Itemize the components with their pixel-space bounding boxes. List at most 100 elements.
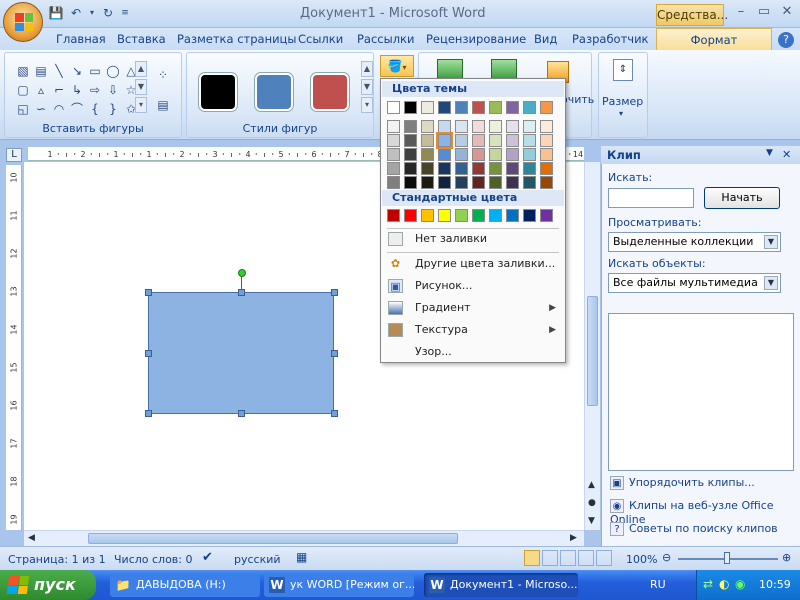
horizontal-scroll-thumb[interactable] (88, 533, 458, 544)
theme-shade-swatch[interactable] (506, 134, 519, 147)
shape-oval-icon[interactable]: ◯ (105, 63, 121, 79)
theme-color-swatch[interactable] (404, 101, 417, 114)
theme-shade-swatch[interactable] (455, 162, 468, 175)
theme-shade-swatch[interactable] (540, 176, 553, 189)
standard-color-swatch[interactable] (472, 209, 485, 222)
view-full-screen-icon[interactable] (542, 550, 558, 566)
shape-vtextbox-icon[interactable]: ▤ (33, 63, 49, 79)
tab-selector[interactable]: L (6, 148, 22, 162)
resize-handle-e[interactable] (331, 350, 338, 357)
taskbar-item-document1[interactable]: W Документ1 - Microso... (424, 573, 578, 597)
shape-curve-icon[interactable]: ∽ (33, 101, 49, 117)
theme-shade-swatch[interactable] (436, 132, 453, 149)
clip-results-box[interactable] (608, 313, 794, 471)
zoom-slider-thumb[interactable] (724, 552, 730, 564)
save-icon[interactable]: 💾 (48, 5, 64, 21)
theme-shade-swatch[interactable] (387, 148, 400, 161)
theme-shade-swatch[interactable] (438, 176, 451, 189)
shape-style-swatch-2[interactable] (255, 73, 293, 111)
theme-shade-swatch[interactable] (489, 162, 502, 175)
undo-icon[interactable]: ↶ (68, 5, 84, 21)
theme-shade-swatch[interactable] (472, 176, 485, 189)
customize-qat-icon[interactable]: ≡ (120, 5, 130, 21)
link-search-tips[interactable]: ? Советы по поиску клипов (610, 522, 778, 536)
size-icon[interactable]: ⇕ (613, 59, 633, 81)
browse-dropdown-icon[interactable]: ▼ (764, 235, 778, 249)
proofing-icon[interactable]: ✔ (202, 550, 213, 565)
theme-shade-swatch[interactable] (404, 148, 417, 161)
styles-scroll-up-icon[interactable]: ▲ (361, 61, 373, 77)
shape-rounded-rect-icon[interactable]: ▢ (15, 82, 31, 98)
shape-arrow-line-icon[interactable]: ↘ (69, 63, 85, 79)
contextual-tools-tab[interactable]: Средства... (656, 4, 728, 26)
view-outline-icon[interactable] (578, 550, 594, 566)
theme-shade-swatch[interactable] (455, 120, 468, 133)
theme-color-swatch[interactable] (489, 101, 502, 114)
view-web-icon[interactable] (560, 550, 576, 566)
shape-elbow-arrow-icon[interactable]: ↳ (69, 82, 85, 98)
shape-elbow-icon[interactable]: ⌐ (51, 82, 67, 98)
standard-color-swatch[interactable] (438, 209, 451, 222)
link-organize-clips[interactable]: ▣ Упорядочить клипы... (610, 476, 755, 490)
select-browse-object-icon[interactable]: ● (588, 498, 596, 508)
selected-rectangle-shape[interactable] (148, 292, 334, 414)
clip-search-input[interactable] (608, 188, 694, 208)
shape-style-swatch-3[interactable] (311, 73, 349, 111)
theme-shade-swatch[interactable] (387, 176, 400, 189)
resize-handle-w[interactable] (145, 350, 152, 357)
shape-triangle2-icon[interactable]: ▵ (33, 82, 49, 98)
theme-color-swatch[interactable] (387, 101, 400, 114)
theme-shade-swatch[interactable] (506, 162, 519, 175)
picture-fill-item[interactable]: ▣ Рисунок... (382, 275, 564, 297)
shape-arc-icon[interactable]: ◠ (51, 101, 67, 117)
standard-color-swatch[interactable] (455, 209, 468, 222)
theme-shade-swatch[interactable] (523, 162, 536, 175)
zoom-out-icon[interactable]: ⊖ (662, 551, 671, 564)
theme-shade-swatch[interactable] (421, 134, 434, 147)
tab-format[interactable]: Формат (656, 28, 772, 52)
theme-shade-swatch[interactable] (438, 120, 451, 133)
theme-shade-swatch[interactable] (387, 162, 400, 175)
theme-shade-swatch[interactable] (489, 148, 502, 161)
taskbar-item-drive[interactable]: 📁 ДАВЫДОВА (H:) (110, 573, 260, 597)
redo-icon[interactable]: ↻ (100, 5, 116, 21)
zoom-in-icon[interactable]: ⊕ (782, 551, 791, 564)
theme-shade-swatch[interactable] (472, 148, 485, 161)
theme-shade-swatch[interactable] (438, 148, 451, 161)
shape-brace-right-icon[interactable]: } (105, 101, 121, 117)
standard-color-swatch[interactable] (404, 209, 417, 222)
no-fill-item[interactable]: Нет заливки (382, 228, 564, 250)
theme-shade-swatch[interactable] (523, 148, 536, 161)
styles-more-icon[interactable]: ▾ (361, 97, 373, 113)
resize-handle-ne[interactable] (331, 289, 338, 296)
vertical-scrollbar[interactable]: ▲ ● ▼ (584, 162, 600, 530)
theme-shade-swatch[interactable] (455, 148, 468, 161)
vertical-ruler[interactable]: 10 11 12 13 14 15 16 17 18 19 (6, 165, 22, 530)
theme-shade-swatch[interactable] (404, 120, 417, 133)
tab-references[interactable]: Ссылки (298, 32, 343, 46)
theme-shade-swatch[interactable] (489, 134, 502, 147)
objects-dropdown-icon[interactable]: ▼ (764, 276, 778, 290)
draw-textbox-icon[interactable]: ▤ (155, 97, 171, 113)
standard-color-swatch[interactable] (489, 209, 502, 222)
resize-handle-n[interactable] (238, 289, 245, 296)
language-status[interactable]: русский (234, 553, 281, 566)
horizontal-scrollbar[interactable]: ◀ ▶ (24, 530, 584, 546)
objects-select[interactable]: Все файлы мультимедиа ▼ (608, 273, 781, 293)
theme-shade-swatch[interactable] (421, 120, 434, 133)
tray-security-icon[interactable]: ◉ (735, 577, 745, 591)
standard-color-swatch[interactable] (387, 209, 400, 222)
resize-handle-se[interactable] (331, 410, 338, 417)
prev-page-icon[interactable]: ▲ (588, 480, 595, 490)
shapes-scroll-up-icon[interactable]: ▲ (135, 61, 147, 77)
theme-shade-swatch[interactable] (506, 148, 519, 161)
theme-color-swatch[interactable] (455, 101, 468, 114)
start-button[interactable]: пуск (0, 570, 96, 600)
theme-shade-swatch[interactable] (387, 120, 400, 133)
theme-shade-swatch[interactable] (472, 134, 485, 147)
rotation-handle[interactable] (238, 269, 246, 277)
theme-shade-swatch[interactable] (523, 120, 536, 133)
resize-handle-sw[interactable] (145, 410, 152, 417)
theme-shade-swatch[interactable] (489, 120, 502, 133)
tab-insert[interactable]: Вставка (117, 32, 166, 46)
